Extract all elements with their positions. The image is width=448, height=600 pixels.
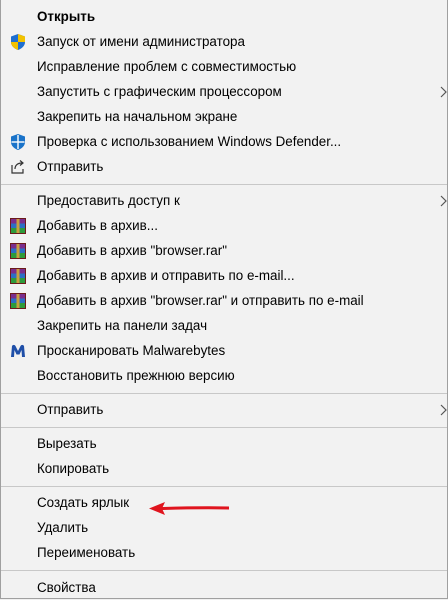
menu-separator — [1, 184, 447, 185]
menu-item-label: Добавить в архив и отправить по e-mail..… — [37, 268, 295, 283]
menu-item-label: Добавить в архив... — [37, 218, 158, 233]
menu-separator — [1, 427, 447, 428]
winrar-icon — [9, 267, 27, 285]
share-icon — [9, 158, 27, 176]
menu-item-label: Переименовать — [37, 545, 136, 560]
menu-item-rename[interactable]: Переименовать — [1, 540, 447, 565]
menu-item-add-to-browser-rar-and-email[interactable]: Добавить в архив "browser.rar" и отправи… — [1, 288, 447, 313]
menu-item-label: Проверка с использованием Windows Defend… — [37, 134, 342, 149]
menu-item-add-to-archive-and-email[interactable]: Добавить в архив и отправить по e-mail..… — [1, 263, 447, 288]
menu-item-label: Копировать — [37, 461, 110, 476]
menu-item-label: Добавить в архив "browser.rar" — [37, 243, 227, 258]
menu-item-properties[interactable]: Свойства — [1, 575, 447, 598]
menu-item-label: Закрепить на панели задач — [37, 318, 208, 333]
menu-item-label: Вырезать — [37, 436, 97, 451]
chevron-right-icon — [439, 194, 447, 208]
menu-separator — [1, 486, 447, 487]
menu-item-troubleshoot-compatibility[interactable]: Исправление проблем с совместимостью — [1, 54, 447, 79]
menu-item-label: Запустить с графическим процессором — [37, 84, 282, 99]
uac-shield-icon — [9, 33, 27, 51]
menu-item-run-as-admin[interactable]: Запуск от имени администратора — [1, 29, 447, 54]
menu-item-label: Свойства — [37, 580, 96, 595]
menu-item-pin-to-start[interactable]: Закрепить на начальном экране — [1, 104, 447, 129]
chevron-right-icon — [439, 85, 447, 99]
menu-item-label: Добавить в архив "browser.rar" и отправи… — [37, 293, 364, 308]
menu-item-add-to-browser-rar[interactable]: Добавить в архив "browser.rar" — [1, 238, 447, 263]
menu-item-pin-to-taskbar[interactable]: Закрепить на панели задач — [1, 313, 447, 338]
menu-separator — [1, 393, 447, 394]
menu-item-label: Запуск от имени администратора — [37, 34, 245, 49]
menu-item-cut[interactable]: Вырезать — [1, 431, 447, 456]
menu-item-share[interactable]: Отправить — [1, 154, 447, 179]
menu-item-label: Отправить — [37, 402, 104, 417]
annotation-arrow-icon — [149, 502, 229, 515]
menu-item-label: Предоставить доступ к — [37, 193, 180, 208]
menu-item-add-to-archive[interactable]: Добавить в архив... — [1, 213, 447, 238]
malwarebytes-icon — [9, 342, 27, 360]
menu-separator — [1, 570, 447, 571]
chevron-right-icon — [439, 403, 447, 417]
menu-item-label: Просканировать Malwarebytes — [37, 343, 226, 358]
menu-item-send-to[interactable]: Отправить — [1, 397, 447, 422]
winrar-icon — [9, 292, 27, 310]
menu-item-label: Открыть — [37, 9, 96, 24]
windows-defender-icon — [9, 133, 27, 151]
menu-item-run-with-gpu[interactable]: Запустить с графическим процессором — [1, 79, 447, 104]
menu-item-copy[interactable]: Копировать — [1, 456, 447, 481]
menu-item-give-access-to[interactable]: Предоставить доступ к — [1, 188, 447, 213]
menu-item-scan-windows-defender[interactable]: Проверка с использованием Windows Defend… — [1, 129, 447, 154]
winrar-icon — [9, 217, 27, 235]
menu-item-label: Закрепить на начальном экране — [37, 109, 238, 124]
menu-item-label: Восстановить прежнюю версию — [37, 368, 235, 383]
menu-item-open[interactable]: Открыть — [1, 4, 447, 29]
menu-item-scan-malwarebytes[interactable]: Просканировать Malwarebytes — [1, 338, 447, 363]
menu-item-label: Исправление проблем с совместимостью — [37, 59, 297, 74]
context-menu: Открыть Запуск от имени администратора И… — [0, 0, 448, 599]
menu-item-label: Удалить — [37, 520, 89, 535]
menu-item-restore-previous-version[interactable]: Восстановить прежнюю версию — [1, 363, 447, 388]
menu-item-label: Отправить — [37, 159, 104, 174]
winrar-icon — [9, 242, 27, 260]
menu-item-label: Создать ярлык — [37, 495, 130, 510]
